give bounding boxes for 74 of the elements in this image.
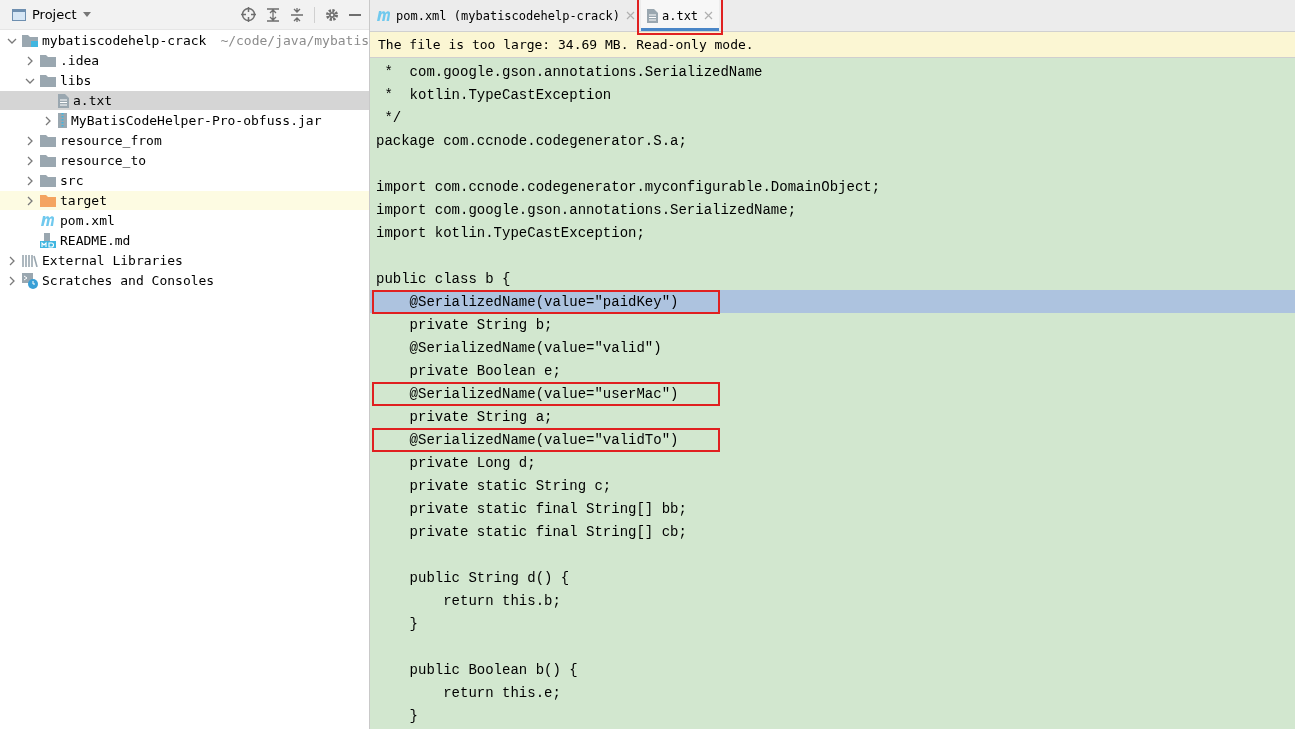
tree-item[interactable]: External Libraries xyxy=(0,251,369,270)
tree-item-label: Scratches and Consoles xyxy=(42,272,215,290)
code-line: private static final String[] bb; xyxy=(408,499,688,519)
code-line: private String a; xyxy=(408,407,554,427)
folder-icon xyxy=(40,194,56,207)
tree-item-label: resource_to xyxy=(60,152,147,170)
panel-title[interactable]: Project xyxy=(32,7,77,22)
maven-icon xyxy=(376,10,392,21)
libraries-icon xyxy=(22,254,38,267)
tree-item[interactable]: libs xyxy=(0,71,369,90)
tree-item[interactable]: mybatiscodehelp-crack ~/code/java/mybatis xyxy=(0,31,369,50)
code-line: return this.b; xyxy=(442,591,562,611)
settings-icon[interactable] xyxy=(325,7,339,22)
code-line: @SerializedName(value="valid") xyxy=(408,338,663,358)
tree-item-label: a.txt xyxy=(73,92,113,110)
tree-item[interactable]: .idea xyxy=(0,51,369,70)
tree-item-label: External Libraries xyxy=(42,252,183,270)
tree-item-label: .idea xyxy=(60,52,100,70)
minimize-icon[interactable] xyxy=(349,13,361,16)
tree-item[interactable]: resource_from xyxy=(0,131,369,150)
tree-item-label: mybatiscodehelp-crack xyxy=(42,32,207,50)
text-file-icon xyxy=(58,93,69,108)
code-line: } xyxy=(408,706,419,726)
tree-item-label: README.md xyxy=(60,232,131,250)
code-line: private String b; xyxy=(408,315,554,335)
folder-icon xyxy=(40,134,56,147)
tree-item-label: resource_from xyxy=(60,132,162,150)
code-line: import com.ccnode.codegenerator.myconfigurable.DomainObject; xyxy=(375,177,882,197)
tree-item[interactable]: pom.xml xyxy=(0,211,369,230)
tree-item-label: libs xyxy=(60,72,92,90)
code-line: * kotlin.TypeCastException xyxy=(383,85,613,105)
code-line: private static final String[] cb; xyxy=(408,522,688,542)
code-line: private Boolean e; xyxy=(408,361,562,381)
tree-item[interactable]: MyBatisCodeHelper-Pro-obfuss.jar xyxy=(0,111,369,130)
folder-icon xyxy=(40,54,56,67)
code-line: private static String c; xyxy=(408,476,613,496)
markdown-file-icon xyxy=(40,233,56,248)
archive-icon xyxy=(58,113,67,128)
editor-tab[interactable]: pom.xml (mybatiscodehelp-crack) xyxy=(370,0,641,31)
maven-icon xyxy=(40,215,56,226)
code-line: private Long d; xyxy=(408,453,537,473)
expand-all-icon[interactable] xyxy=(266,7,280,22)
project-window-icon xyxy=(12,8,26,21)
text-file-icon xyxy=(646,8,658,23)
code-line: */ xyxy=(383,108,403,128)
tree-item-label: target xyxy=(60,192,107,210)
code-line: package com.ccnode.codegenerator.S.a; xyxy=(375,131,688,151)
tree-item[interactable]: src xyxy=(0,171,369,190)
dropdown-arrow-icon[interactable] xyxy=(82,11,93,18)
folder-icon xyxy=(40,154,56,167)
folder-icon xyxy=(40,74,56,87)
tree-item-label: pom.xml xyxy=(60,212,115,230)
code-line: import kotlin.TypeCastException; xyxy=(375,223,646,243)
tree-item[interactable]: README.md xyxy=(0,231,369,250)
folder-icon xyxy=(40,174,56,187)
tree-item[interactable]: a.txt xyxy=(0,91,369,110)
code-line: public class b { xyxy=(375,269,512,289)
code-line: public String d() { xyxy=(408,568,571,588)
tree-item[interactable]: resource_to xyxy=(0,151,369,170)
scratches-icon xyxy=(22,272,38,289)
code-line: } xyxy=(408,614,419,634)
collapse-all-icon[interactable] xyxy=(290,7,304,22)
code-line: public Boolean b() { xyxy=(408,660,579,680)
tree-item-label: src xyxy=(60,172,84,190)
project-path: ~/code/java/mybatis xyxy=(220,32,369,50)
tree-item[interactable]: target xyxy=(0,191,369,210)
code-line: import com.google.gson.annotations.SerializedName; xyxy=(375,200,798,220)
read-only-banner: The file is too large: 34.69 MB. Read-only mode. xyxy=(370,32,1295,58)
tree-item[interactable]: Scratches and Consoles xyxy=(0,271,369,290)
tree-item-label: MyBatisCodeHelper-Pro-obfuss.jar xyxy=(71,112,322,130)
code-line: return this.e; xyxy=(442,683,562,703)
module-folder-icon xyxy=(22,34,38,47)
locate-icon[interactable] xyxy=(241,7,256,22)
code-line: * com.google.gson.annotations.SerializedName xyxy=(383,62,764,82)
